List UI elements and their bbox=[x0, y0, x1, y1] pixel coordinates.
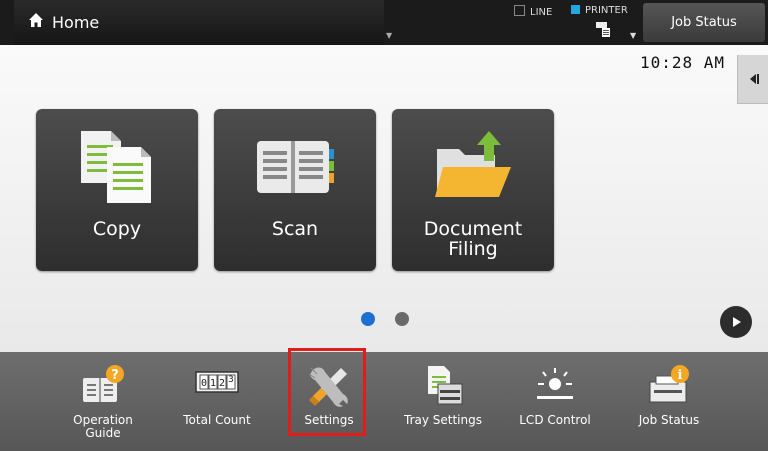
operation-guide-button[interactable]: ? Operation Guide bbox=[48, 352, 158, 451]
line-indicator-icon bbox=[514, 5, 525, 16]
job-status-bottom-label: Job Status bbox=[638, 413, 700, 427]
printer-icon[interactable] bbox=[595, 20, 615, 38]
job-status-label: Job Status bbox=[671, 15, 737, 30]
home-icon bbox=[29, 13, 43, 27]
lcd-control-button[interactable]: LCD Control bbox=[500, 352, 610, 451]
page-indicator-dot-1[interactable] bbox=[361, 312, 375, 326]
play-right-icon bbox=[733, 317, 741, 327]
document-filing-icon bbox=[435, 131, 511, 197]
home-menu-arrow-icon[interactable]: ▼ bbox=[386, 31, 392, 40]
printer-menu-arrow-icon[interactable]: ▼ bbox=[630, 31, 636, 40]
tray-settings-button[interactable]: Tray Settings bbox=[388, 352, 498, 451]
total-count-label: Total Count bbox=[183, 413, 251, 427]
svg-text:1: 1 bbox=[210, 378, 216, 389]
bottom-bar: ? Operation Guide 0 1 2 3 Total Count Se… bbox=[0, 352, 768, 451]
tray-settings-label: Tray Settings bbox=[404, 413, 482, 427]
home-screen: 10:28 AM Copy Scan Document Filing bbox=[0, 45, 768, 352]
printer-indicator-icon bbox=[571, 5, 580, 14]
svg-text:0: 0 bbox=[201, 378, 207, 389]
tray-settings-icon bbox=[428, 366, 463, 405]
copy-tile[interactable]: Copy bbox=[36, 109, 198, 271]
operation-guide-label: Operation Guide bbox=[73, 413, 133, 440]
svg-text:2: 2 bbox=[219, 378, 225, 389]
operation-guide-icon: ? bbox=[83, 365, 124, 402]
line-status-label: LINE bbox=[530, 7, 553, 18]
copy-icon bbox=[81, 131, 151, 203]
printer-status: PRINTER bbox=[571, 5, 628, 16]
lcd-brightness-icon bbox=[537, 368, 573, 399]
side-panel-toggle[interactable] bbox=[737, 55, 768, 104]
job-status-button[interactable]: Job Status bbox=[643, 3, 765, 42]
clock: 10:28 AM bbox=[640, 53, 726, 72]
document-filing-tile[interactable]: Document Filing bbox=[392, 109, 554, 271]
copy-label: Copy bbox=[92, 218, 142, 240]
home-title: Home bbox=[52, 13, 100, 32]
scan-icon bbox=[257, 141, 334, 193]
settings-highlight bbox=[288, 348, 366, 436]
document-filing-label: Document Filing bbox=[423, 218, 523, 260]
job-status-icon: i bbox=[649, 365, 689, 403]
collapse-left-icon bbox=[749, 74, 759, 84]
scan-tile[interactable]: Scan bbox=[214, 109, 376, 271]
home-button[interactable]: Home ▼ bbox=[14, 0, 392, 45]
next-page-button[interactable] bbox=[720, 306, 752, 338]
top-bar: Home ▼ LINE PRINTER ▼ Job Status bbox=[0, 0, 768, 45]
svg-text:i: i bbox=[678, 368, 683, 383]
job-status-bottom-button[interactable]: i Job Status bbox=[614, 352, 724, 451]
total-count-button[interactable]: 0 1 2 3 Total Count bbox=[162, 352, 272, 451]
line-status: LINE bbox=[514, 5, 552, 18]
scan-label: Scan bbox=[271, 218, 319, 240]
page-indicator-dot-2[interactable] bbox=[395, 312, 409, 326]
lcd-control-label: LCD Control bbox=[519, 413, 591, 427]
svg-text:?: ? bbox=[111, 368, 119, 383]
counter-icon: 0 1 2 3 bbox=[195, 371, 239, 393]
printer-status-label: PRINTER bbox=[585, 5, 628, 16]
svg-text:3: 3 bbox=[228, 375, 233, 385]
